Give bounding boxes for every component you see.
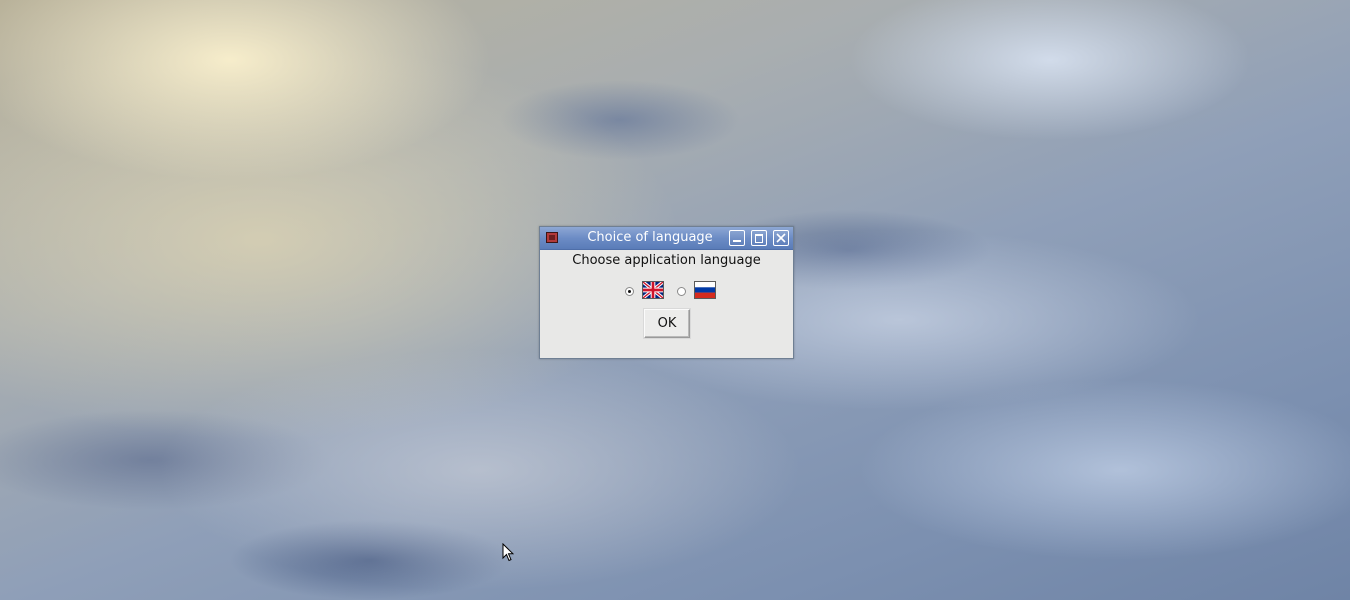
russia-flag-icon[interactable] <box>694 281 716 299</box>
mouse-pointer-icon <box>502 542 515 567</box>
close-icon[interactable] <box>773 230 789 246</box>
minimize-icon[interactable] <box>729 230 745 246</box>
prompt-label: Choose application language <box>572 253 761 268</box>
uk-flag-icon[interactable] <box>642 281 664 299</box>
ok-button[interactable]: OK <box>644 309 690 338</box>
language-dialog: Choice of language Choose application la… <box>539 226 794 359</box>
russian-radio[interactable] <box>677 287 686 296</box>
app-icon[interactable] <box>546 232 558 243</box>
english-radio[interactable] <box>625 287 634 296</box>
dialog-titlebar[interactable]: Choice of language <box>540 227 793 250</box>
dialog-title: Choice of language <box>587 230 713 245</box>
maximize-icon[interactable] <box>751 230 767 246</box>
